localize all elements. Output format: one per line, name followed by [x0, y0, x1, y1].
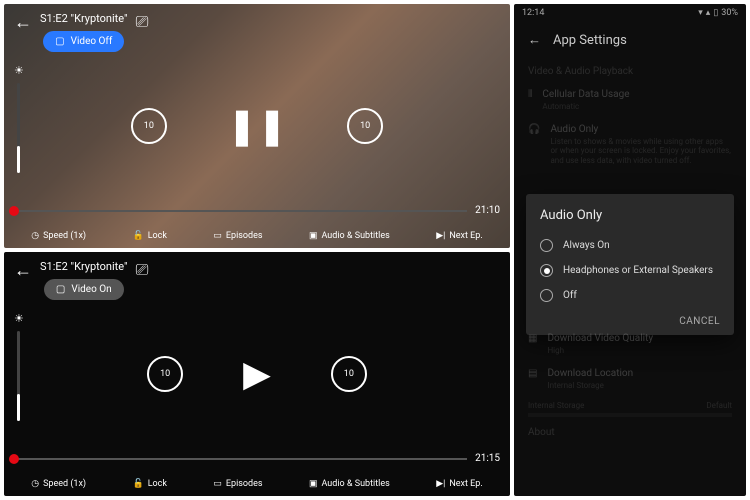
- brightness-icon: ☀: [14, 312, 24, 325]
- dialog-title: Audio Only: [540, 208, 720, 223]
- episode-title: S1:E2 "Kryptonite": [40, 260, 128, 273]
- section-header: Video & Audio Playback: [528, 66, 732, 77]
- episodes-icon: ▭: [213, 479, 222, 489]
- settings-screen: 12:14 ▾ ▴ ▯ 30% ← App Settings Video & A…: [514, 4, 746, 496]
- settings-title: App Settings: [553, 33, 627, 48]
- video-on-icon: ▢: [56, 284, 65, 295]
- download-location-row[interactable]: ▤ Download LocationInternal Storage: [528, 362, 732, 397]
- status-time: 12:14: [522, 8, 544, 18]
- video-off-button[interactable]: ▢ Video Off: [43, 31, 124, 52]
- duration: 21:15: [475, 453, 500, 464]
- progress-handle[interactable]: [9, 454, 19, 464]
- back-icon[interactable]: ←: [528, 32, 541, 48]
- duration: 21:10: [475, 205, 500, 216]
- progress-bar[interactable]: [14, 210, 467, 212]
- video-player-bottom: ← S1:E2 "Kryptonite" ▢ Video On ⎚ ☀ 10 ▶…: [4, 252, 510, 496]
- radio-icon: [540, 239, 553, 252]
- speed-icon: ◷: [31, 479, 39, 489]
- radio-icon: [540, 289, 553, 302]
- video-player-top: ← S1:E2 "Kryptonite" ▢ Video Off ⎚ ☀ 10 …: [4, 4, 510, 248]
- cast-icon[interactable]: ⎚: [136, 12, 149, 32]
- next-episode-button[interactable]: ▶|Next Ep.: [436, 231, 483, 241]
- download-quality-row[interactable]: ▦ Download Video QualityHigh: [528, 327, 732, 362]
- brightness-icon: ☀: [14, 64, 24, 77]
- battery-percent: 30%: [721, 8, 738, 18]
- video-on-button[interactable]: ▢ Video On: [44, 279, 124, 300]
- video-off-label: Video Off: [71, 36, 113, 47]
- skip-back-button[interactable]: 10: [131, 108, 167, 144]
- about-header: About: [528, 427, 732, 438]
- lock-icon: 🔓: [132, 479, 143, 489]
- episodes-button[interactable]: ▭Episodes: [213, 231, 262, 241]
- headphones-icon: 🎧: [528, 124, 540, 166]
- skip-back-button[interactable]: 10: [147, 356, 183, 392]
- episode-title: S1:E2 "Kryptonite": [40, 12, 128, 25]
- bars-icon: ⦀: [528, 89, 532, 112]
- storage-bar: [528, 413, 732, 417]
- storage-icon: ▤: [528, 368, 537, 391]
- subtitles-icon: ▣: [309, 231, 318, 241]
- lock-button[interactable]: 🔓Lock: [132, 479, 166, 489]
- pause-button[interactable]: ❚❚: [227, 105, 287, 147]
- episodes-button[interactable]: ▭Episodes: [213, 479, 262, 489]
- speed-button[interactable]: ◷Speed (1x): [31, 231, 86, 241]
- speed-button[interactable]: ◷Speed (1x): [31, 479, 86, 489]
- option-headphones[interactable]: Headphones or External Speakers: [540, 258, 720, 283]
- play-button[interactable]: ▶: [243, 353, 271, 395]
- next-icon: ▶|: [436, 479, 445, 489]
- option-always-on[interactable]: Always On: [540, 233, 720, 258]
- lock-icon: 🔓: [132, 231, 143, 241]
- back-icon[interactable]: ←: [14, 260, 32, 281]
- back-icon[interactable]: ←: [14, 12, 32, 33]
- cellular-data-row[interactable]: ⦀ Cellular Data UsageAutomatic: [528, 83, 732, 118]
- radio-icon: [540, 264, 553, 277]
- quality-icon: ▦: [528, 333, 537, 356]
- battery-icon: ▯: [713, 8, 718, 18]
- status-bar: 12:14 ▾ ▴ ▯ 30%: [514, 4, 746, 22]
- audio-only-row[interactable]: 🎧 Audio OnlyListen to shows & movies whi…: [528, 118, 732, 172]
- video-on-label: Video On: [71, 284, 111, 295]
- video-off-icon: ▢: [55, 36, 64, 47]
- wifi-icon: ▾: [698, 8, 703, 18]
- subtitles-icon: ▣: [309, 479, 318, 489]
- option-off[interactable]: Off: [540, 283, 720, 308]
- lock-button[interactable]: 🔓Lock: [132, 231, 166, 241]
- cast-icon[interactable]: ⎚: [136, 260, 149, 280]
- audio-subtitles-button[interactable]: ▣Audio & Subtitles: [309, 479, 390, 489]
- next-icon: ▶|: [436, 231, 445, 241]
- speed-icon: ◷: [31, 231, 39, 241]
- signal-icon: ▴: [706, 8, 711, 18]
- skip-forward-button[interactable]: 10: [331, 356, 367, 392]
- storage-label: Internal Storage: [528, 401, 584, 410]
- storage-default: Default: [706, 401, 732, 410]
- audio-subtitles-button[interactable]: ▣Audio & Subtitles: [309, 231, 390, 241]
- progress-handle[interactable]: [9, 206, 19, 216]
- audio-only-dialog: Audio Only Always On Headphones or Exter…: [526, 194, 734, 335]
- progress-bar[interactable]: [14, 458, 467, 460]
- next-episode-button[interactable]: ▶|Next Ep.: [436, 479, 483, 489]
- skip-forward-button[interactable]: 10: [347, 108, 383, 144]
- episodes-icon: ▭: [213, 231, 222, 241]
